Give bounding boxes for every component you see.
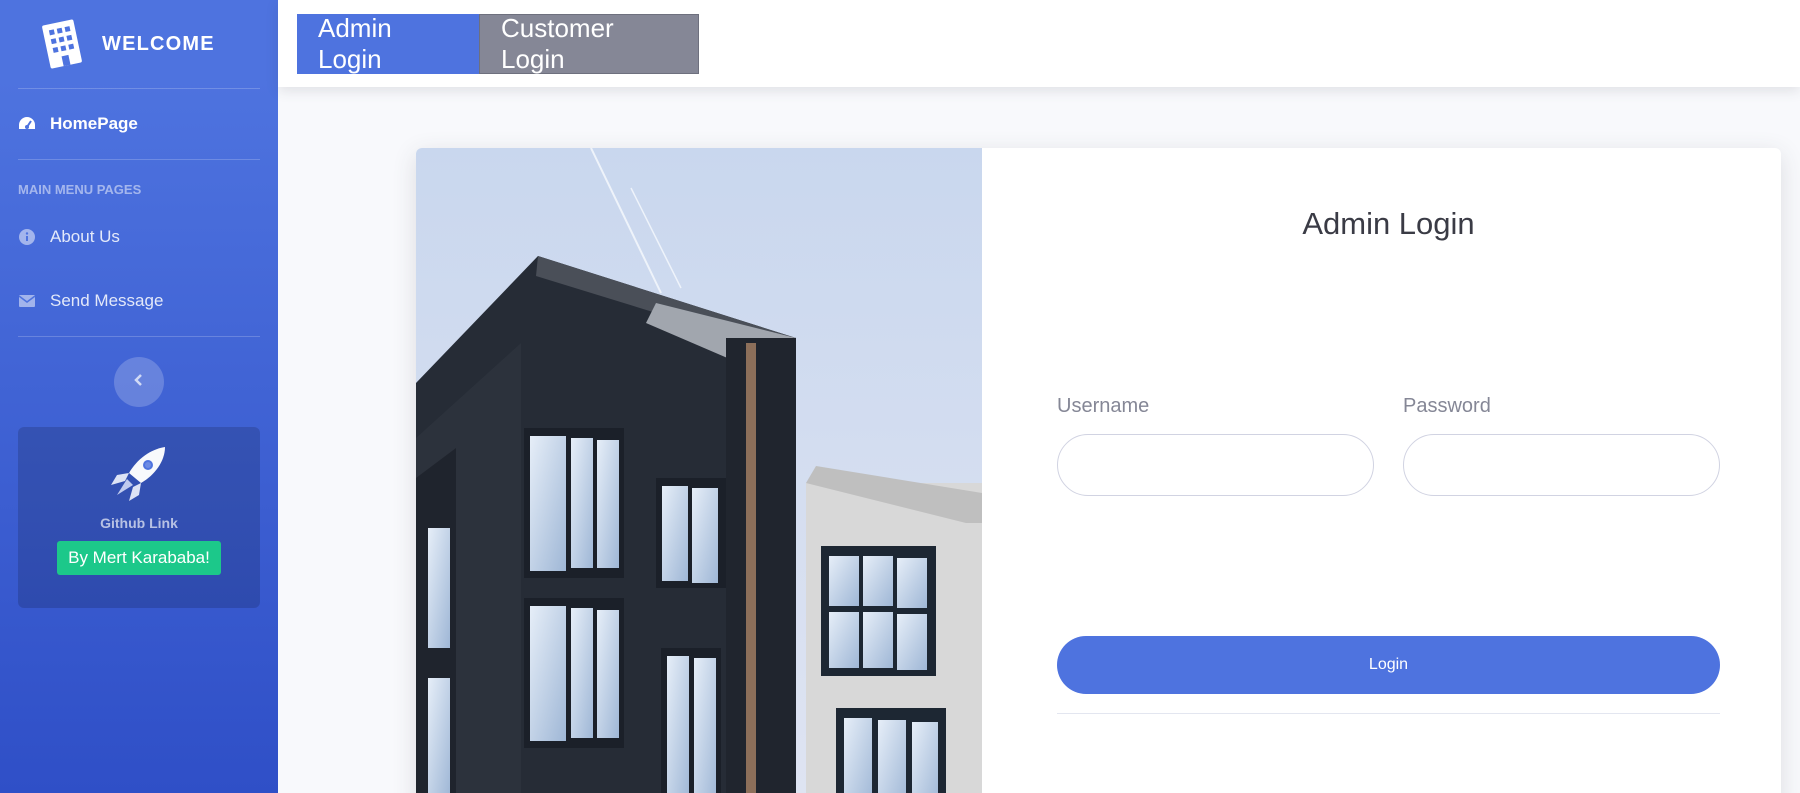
brand-text: WELCOME xyxy=(102,32,215,55)
rocket-icon xyxy=(103,443,175,507)
sidebar-item-homepage[interactable]: HomePage xyxy=(0,89,278,159)
sidebar-item-about-us[interactable]: About Us xyxy=(0,208,278,266)
sidebar-item-label: HomePage xyxy=(50,114,138,133)
building-image xyxy=(416,148,982,793)
tachometer-icon xyxy=(18,115,36,133)
login-card: Admin Login Username Password Login xyxy=(416,148,1781,793)
chevron-left-icon xyxy=(134,373,144,392)
password-input[interactable] xyxy=(1403,434,1720,496)
sidebar-card: Github Link By Mert Karababa! xyxy=(18,427,260,608)
tab-customer-login[interactable]: Customer Login xyxy=(479,13,699,74)
username-label: Username xyxy=(1057,395,1150,417)
sidebar-item-send-message[interactable]: Send Message xyxy=(0,266,278,336)
form-divider xyxy=(1057,713,1720,714)
info-icon xyxy=(18,228,36,246)
github-author-button[interactable]: By Mert Karababa! xyxy=(57,541,221,575)
topbar: Admin Login Customer Login xyxy=(278,0,1800,87)
password-label: Password xyxy=(1403,395,1491,417)
sidebar-toggle-wrap xyxy=(0,337,278,427)
sidebar-heading: MAIN MENU PAGES xyxy=(18,182,142,197)
username-input[interactable] xyxy=(1057,434,1374,496)
envelope-icon xyxy=(18,292,36,310)
tab-admin-login[interactable]: Admin Login xyxy=(297,13,479,74)
sidebar-item-label: Send Message xyxy=(50,291,164,310)
sidebar-item-label: About Us xyxy=(50,227,120,246)
github-link-text: Github Link xyxy=(100,515,178,531)
sidebar: WELCOME HomePage MAIN MENU PAGES About U… xyxy=(0,0,278,793)
sidebar-toggle-button[interactable] xyxy=(114,357,164,407)
form-title: Admin Login xyxy=(1302,206,1475,241)
login-button[interactable]: Login xyxy=(1057,636,1720,694)
sidebar-brand[interactable]: WELCOME xyxy=(0,0,278,88)
building-icon xyxy=(35,16,88,72)
login-form: Admin Login Username Password Login xyxy=(982,148,1781,793)
